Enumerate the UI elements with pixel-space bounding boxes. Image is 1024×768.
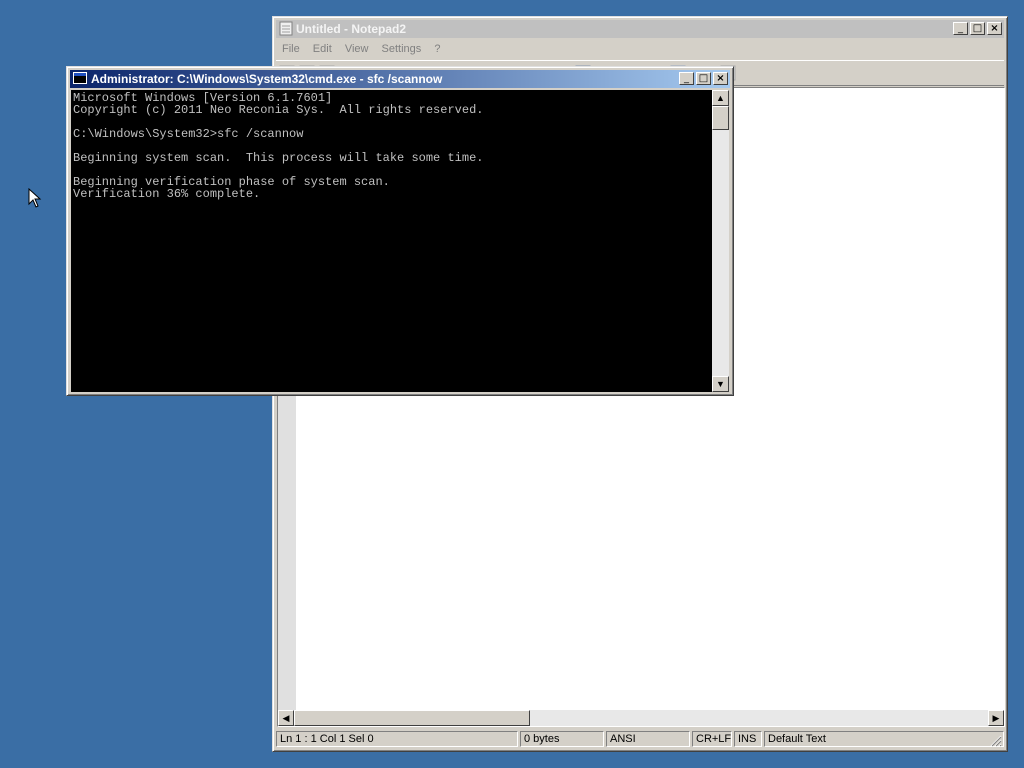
menu-settings[interactable]: Settings bbox=[382, 40, 422, 58]
console-line: Beginning system scan. This process will… bbox=[73, 151, 484, 165]
scroll-left-button[interactable]: ◀ bbox=[278, 710, 294, 726]
right-arrow-icon: ▶ bbox=[992, 713, 1000, 723]
scroll-right-button[interactable]: ▶ bbox=[988, 710, 1004, 726]
cmd-title-bar[interactable]: Administrator: C:\Windows\System32\cmd.e… bbox=[70, 70, 730, 88]
resize-grip-icon[interactable] bbox=[990, 735, 1002, 747]
notepad2-status-bar: Ln 1 : 1 Col 1 Sel 0 0 bytes ANSI CR+LF … bbox=[276, 730, 1004, 748]
console-line: Copyright (c) 2011 Neo Reconia Sys. All … bbox=[73, 103, 484, 117]
status-encoding[interactable]: ANSI bbox=[606, 731, 690, 747]
status-mode[interactable]: INS bbox=[734, 731, 762, 747]
menu-edit[interactable]: Edit bbox=[313, 40, 332, 58]
down-arrow-icon: ▼ bbox=[716, 379, 725, 389]
cmd-title: Administrator: C:\Windows\System32\cmd.e… bbox=[91, 72, 443, 86]
status-scheme[interactable]: Default Text bbox=[764, 731, 1004, 747]
cmd-window[interactable]: Administrator: C:\Windows\System32\cmd.e… bbox=[66, 66, 734, 396]
status-size: 0 bytes bbox=[520, 731, 604, 747]
cmd-maximize-button[interactable]: □ bbox=[696, 72, 711, 85]
scroll-down-button[interactable]: ▼ bbox=[712, 376, 729, 392]
cmd-vertical-scrollbar[interactable]: ▲ ▼ bbox=[712, 90, 729, 392]
cmd-close-button[interactable]: × bbox=[713, 72, 728, 85]
menu-help[interactable]: ? bbox=[434, 40, 440, 58]
console-icon bbox=[73, 72, 87, 84]
notepad-icon bbox=[279, 21, 293, 36]
cmd-minimize-button[interactable]: _ bbox=[679, 72, 694, 85]
mouse-cursor-icon bbox=[28, 188, 42, 208]
notepad2-menu-bar: File Edit View Settings ? bbox=[276, 40, 1004, 58]
minimize-icon: _ bbox=[958, 23, 963, 34]
notepad2-horizontal-scrollbar[interactable]: ◀ ▶ bbox=[278, 710, 1004, 726]
scroll-thumb[interactable] bbox=[294, 710, 530, 726]
up-arrow-icon: ▲ bbox=[716, 93, 725, 103]
console-line: C:\Windows\System32>sfc /scannow bbox=[73, 127, 304, 141]
menu-file[interactable]: File bbox=[282, 40, 300, 58]
status-line-ending[interactable]: CR+LF bbox=[692, 731, 732, 747]
maximize-icon: □ bbox=[698, 73, 709, 84]
notepad2-title-bar[interactable]: Untitled - Notepad2 _ □ × bbox=[276, 20, 1004, 38]
console-output[interactable]: Microsoft Windows [Version 6.1.7601] Cop… bbox=[71, 90, 712, 392]
close-icon: × bbox=[990, 23, 999, 34]
maximize-icon: □ bbox=[972, 23, 983, 34]
close-icon: × bbox=[716, 73, 725, 84]
notepad2-close-button[interactable]: × bbox=[987, 22, 1002, 35]
notepad2-title: Untitled - Notepad2 bbox=[296, 22, 406, 36]
left-arrow-icon: ◀ bbox=[282, 713, 290, 723]
notepad2-maximize-button[interactable]: □ bbox=[970, 22, 985, 35]
menu-view[interactable]: View bbox=[345, 40, 369, 58]
scroll-up-button[interactable]: ▲ bbox=[712, 90, 729, 106]
minimize-icon: _ bbox=[684, 73, 689, 84]
notepad2-minimize-button[interactable]: _ bbox=[953, 22, 968, 35]
status-position: Ln 1 : 1 Col 1 Sel 0 bbox=[276, 731, 518, 747]
scroll-thumb[interactable] bbox=[712, 106, 729, 130]
console-line: Verification 36% complete. bbox=[73, 187, 261, 201]
console-text: Microsoft Windows [Version 6.1.7601] Cop… bbox=[71, 90, 712, 202]
